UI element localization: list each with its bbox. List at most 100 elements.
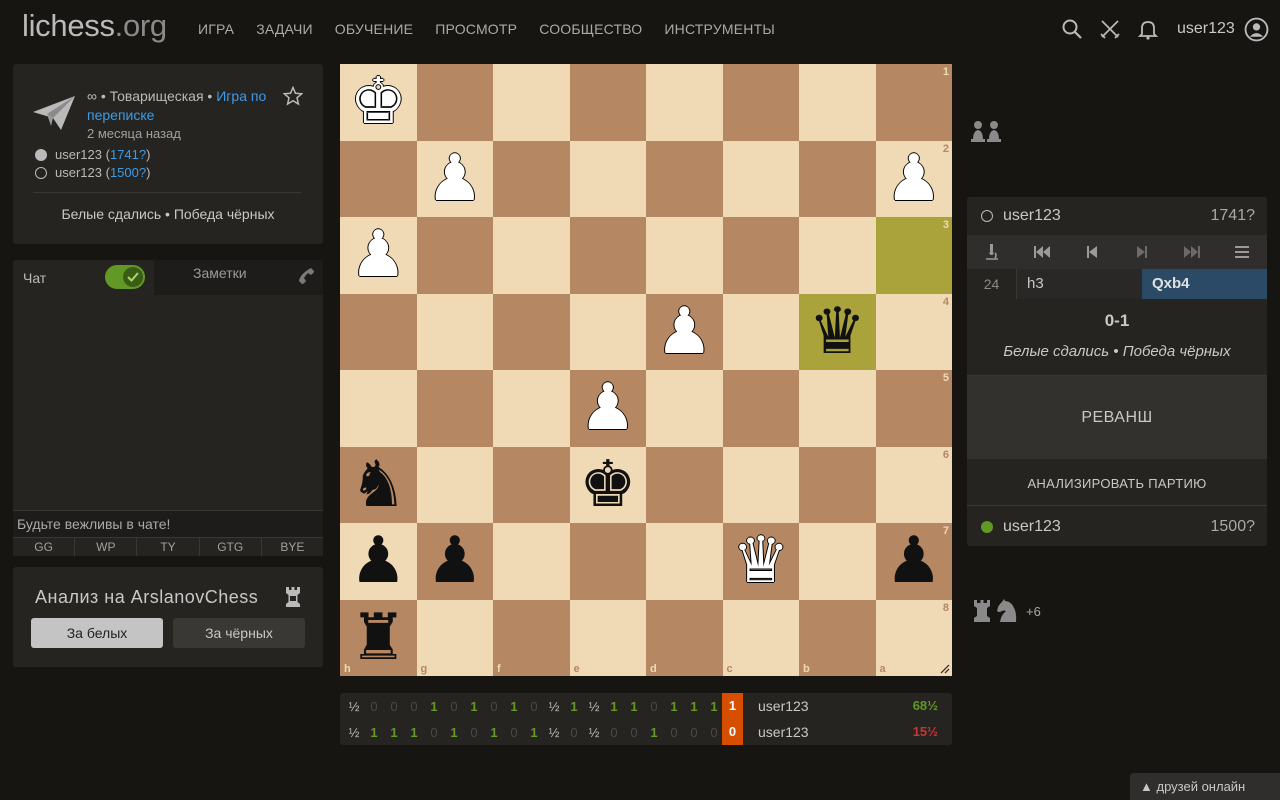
- analyse-game-button[interactable]: АНАЛИЗИРОВАТЬ ПАРТИЮ: [967, 467, 1267, 501]
- crosstable-game-result[interactable]: 1: [404, 725, 424, 740]
- quick-reply-gg[interactable]: GG: [13, 538, 76, 556]
- crosstable-game-result[interactable]: 0: [404, 699, 424, 714]
- crosstable-game-result[interactable]: 1: [364, 725, 384, 740]
- nav-item-watch[interactable]: ПРОСМОТР: [435, 21, 517, 37]
- crosstable-game-result[interactable]: ½: [344, 725, 364, 740]
- square-e4[interactable]: [569, 293, 646, 370]
- crosstable-game-result[interactable]: 0: [364, 699, 384, 714]
- black-rook-piece[interactable]: ♜: [340, 600, 417, 677]
- crosstable-game-result[interactable]: 1: [644, 725, 664, 740]
- white-pawn-piece[interactable]: ♟: [646, 294, 723, 371]
- white-player-rating[interactable]: 1741?: [110, 147, 146, 162]
- square-a5[interactable]: 5: [875, 370, 952, 447]
- square-b3[interactable]: [799, 217, 876, 294]
- crosstable-game-result[interactable]: 1: [384, 725, 404, 740]
- square-c8[interactable]: c: [722, 599, 799, 676]
- nav-item-learn[interactable]: ОБУЧЕНИЕ: [335, 21, 413, 37]
- crosstable-game-result[interactable]: 1: [484, 725, 504, 740]
- crosstable-game-result[interactable]: ½: [544, 725, 564, 740]
- analyse-as-white-button[interactable]: За белых: [31, 618, 163, 648]
- search-icon[interactable]: [1061, 18, 1083, 40]
- square-a6[interactable]: 6: [875, 446, 952, 523]
- square-b2[interactable]: [799, 140, 876, 217]
- square-d7[interactable]: [646, 523, 723, 600]
- crosstable-game-result[interactable]: 0: [564, 725, 584, 740]
- black-king-piece[interactable]: ♚: [570, 447, 647, 524]
- chat-input[interactable]: Будьте вежливы в чате!: [13, 510, 323, 537]
- next-move-button[interactable]: [1117, 235, 1167, 269]
- bell-icon[interactable]: [1137, 18, 1159, 40]
- top-player-name[interactable]: user123: [1003, 207, 1061, 225]
- square-f4[interactable]: [493, 293, 570, 370]
- square-d5[interactable]: [646, 370, 723, 447]
- white-pawn-piece[interactable]: ♟: [417, 141, 494, 218]
- square-e1[interactable]: [569, 64, 646, 141]
- square-g6[interactable]: [416, 446, 493, 523]
- square-g8[interactable]: g: [416, 599, 493, 676]
- friends-online-button[interactable]: ▲ друзей онлайн: [1130, 773, 1280, 800]
- square-b6[interactable]: [799, 446, 876, 523]
- crosstable-game-result[interactable]: 0: [604, 725, 624, 740]
- black-pawn-piece[interactable]: ♟: [417, 523, 494, 600]
- square-f1[interactable]: [493, 64, 570, 141]
- chess-board[interactable]: 8abcdefgh7654321 ♚ ♟ ♟ ♟ ♟ ♛ ♟ ♞ ♚ ♟ ♟ ♛ ♟ ♜: [340, 64, 952, 676]
- tab-notes[interactable]: Заметки: [193, 265, 247, 281]
- square-h4[interactable]: [340, 293, 417, 370]
- square-c3[interactable]: [722, 217, 799, 294]
- move-black-current[interactable]: Qxb4: [1142, 269, 1267, 299]
- crosstable-game-result[interactable]: 1: [684, 699, 704, 714]
- square-e7[interactable]: [569, 523, 646, 600]
- square-h5[interactable]: [340, 370, 417, 447]
- square-a4[interactable]: 4: [875, 293, 952, 370]
- square-f8[interactable]: f: [493, 599, 570, 676]
- black-player-name[interactable]: user123: [55, 165, 102, 180]
- crosstable-game-result[interactable]: 0: [464, 725, 484, 740]
- black-knight-piece[interactable]: ♞: [340, 447, 417, 524]
- white-queen-piece[interactable]: ♛: [723, 523, 800, 600]
- crosstable-game-result[interactable]: 0: [524, 699, 544, 714]
- square-e3[interactable]: [569, 217, 646, 294]
- square-f5[interactable]: [493, 370, 570, 447]
- menu-button[interactable]: [1217, 235, 1267, 269]
- nav-item-puzzles[interactable]: ЗАДАЧИ: [256, 21, 313, 37]
- tab-chat[interactable]: Чат: [13, 260, 154, 295]
- crosstable-game-result[interactable]: 0: [384, 699, 404, 714]
- crosstable-game-result[interactable]: 1: [704, 699, 724, 714]
- square-b7[interactable]: [799, 523, 876, 600]
- crosstable-game-result[interactable]: 1: [564, 699, 584, 714]
- crosstable-game-result[interactable]: 0: [644, 699, 664, 714]
- crosstable-game-result[interactable]: ½: [584, 725, 604, 740]
- black-player-rating[interactable]: 1500?: [110, 165, 146, 180]
- nav-item-community[interactable]: СООБЩЕСТВО: [539, 21, 642, 37]
- crosstable-current-result-1[interactable]: 1: [722, 693, 743, 719]
- crosstable-game-result[interactable]: 0: [484, 699, 504, 714]
- rematch-button[interactable]: РЕВАНШ: [967, 375, 1267, 459]
- crosstable-game-result[interactable]: 1: [604, 699, 624, 714]
- square-b1[interactable]: [799, 64, 876, 141]
- white-player-name[interactable]: user123: [55, 147, 102, 162]
- nav-item-tools[interactable]: ИНСТРУМЕНТЫ: [664, 21, 775, 37]
- black-pawn-piece[interactable]: ♟: [340, 523, 417, 600]
- crosstable-game-result[interactable]: 1: [504, 699, 524, 714]
- square-f6[interactable]: [493, 446, 570, 523]
- crosstable-game-result[interactable]: 1: [464, 699, 484, 714]
- square-g4[interactable]: [416, 293, 493, 370]
- black-queen-piece[interactable]: ♛: [799, 294, 876, 371]
- crosstable-game-result[interactable]: 0: [684, 725, 704, 740]
- square-h2[interactable]: [340, 140, 417, 217]
- square-e8[interactable]: e: [569, 599, 646, 676]
- prev-move-button[interactable]: [1067, 235, 1117, 269]
- analyse-as-black-button[interactable]: За чёрных: [173, 618, 305, 648]
- square-b5[interactable]: [799, 370, 876, 447]
- white-pawn-piece[interactable]: ♟: [340, 217, 417, 294]
- square-d6[interactable]: [646, 446, 723, 523]
- user-menu[interactable]: user123: [1177, 20, 1235, 38]
- crosstable-game-result[interactable]: ½: [544, 699, 564, 714]
- quick-reply-bye[interactable]: BYE: [262, 538, 323, 556]
- crosstable-player-1[interactable]: user123: [758, 693, 809, 719]
- nav-item-play[interactable]: ИГРА: [198, 21, 234, 37]
- crosstable-game-result[interactable]: 0: [704, 725, 724, 740]
- square-a3[interactable]: 3: [875, 217, 952, 294]
- board-resize-handle-icon[interactable]: [940, 664, 950, 674]
- chat-toggle[interactable]: [105, 265, 145, 289]
